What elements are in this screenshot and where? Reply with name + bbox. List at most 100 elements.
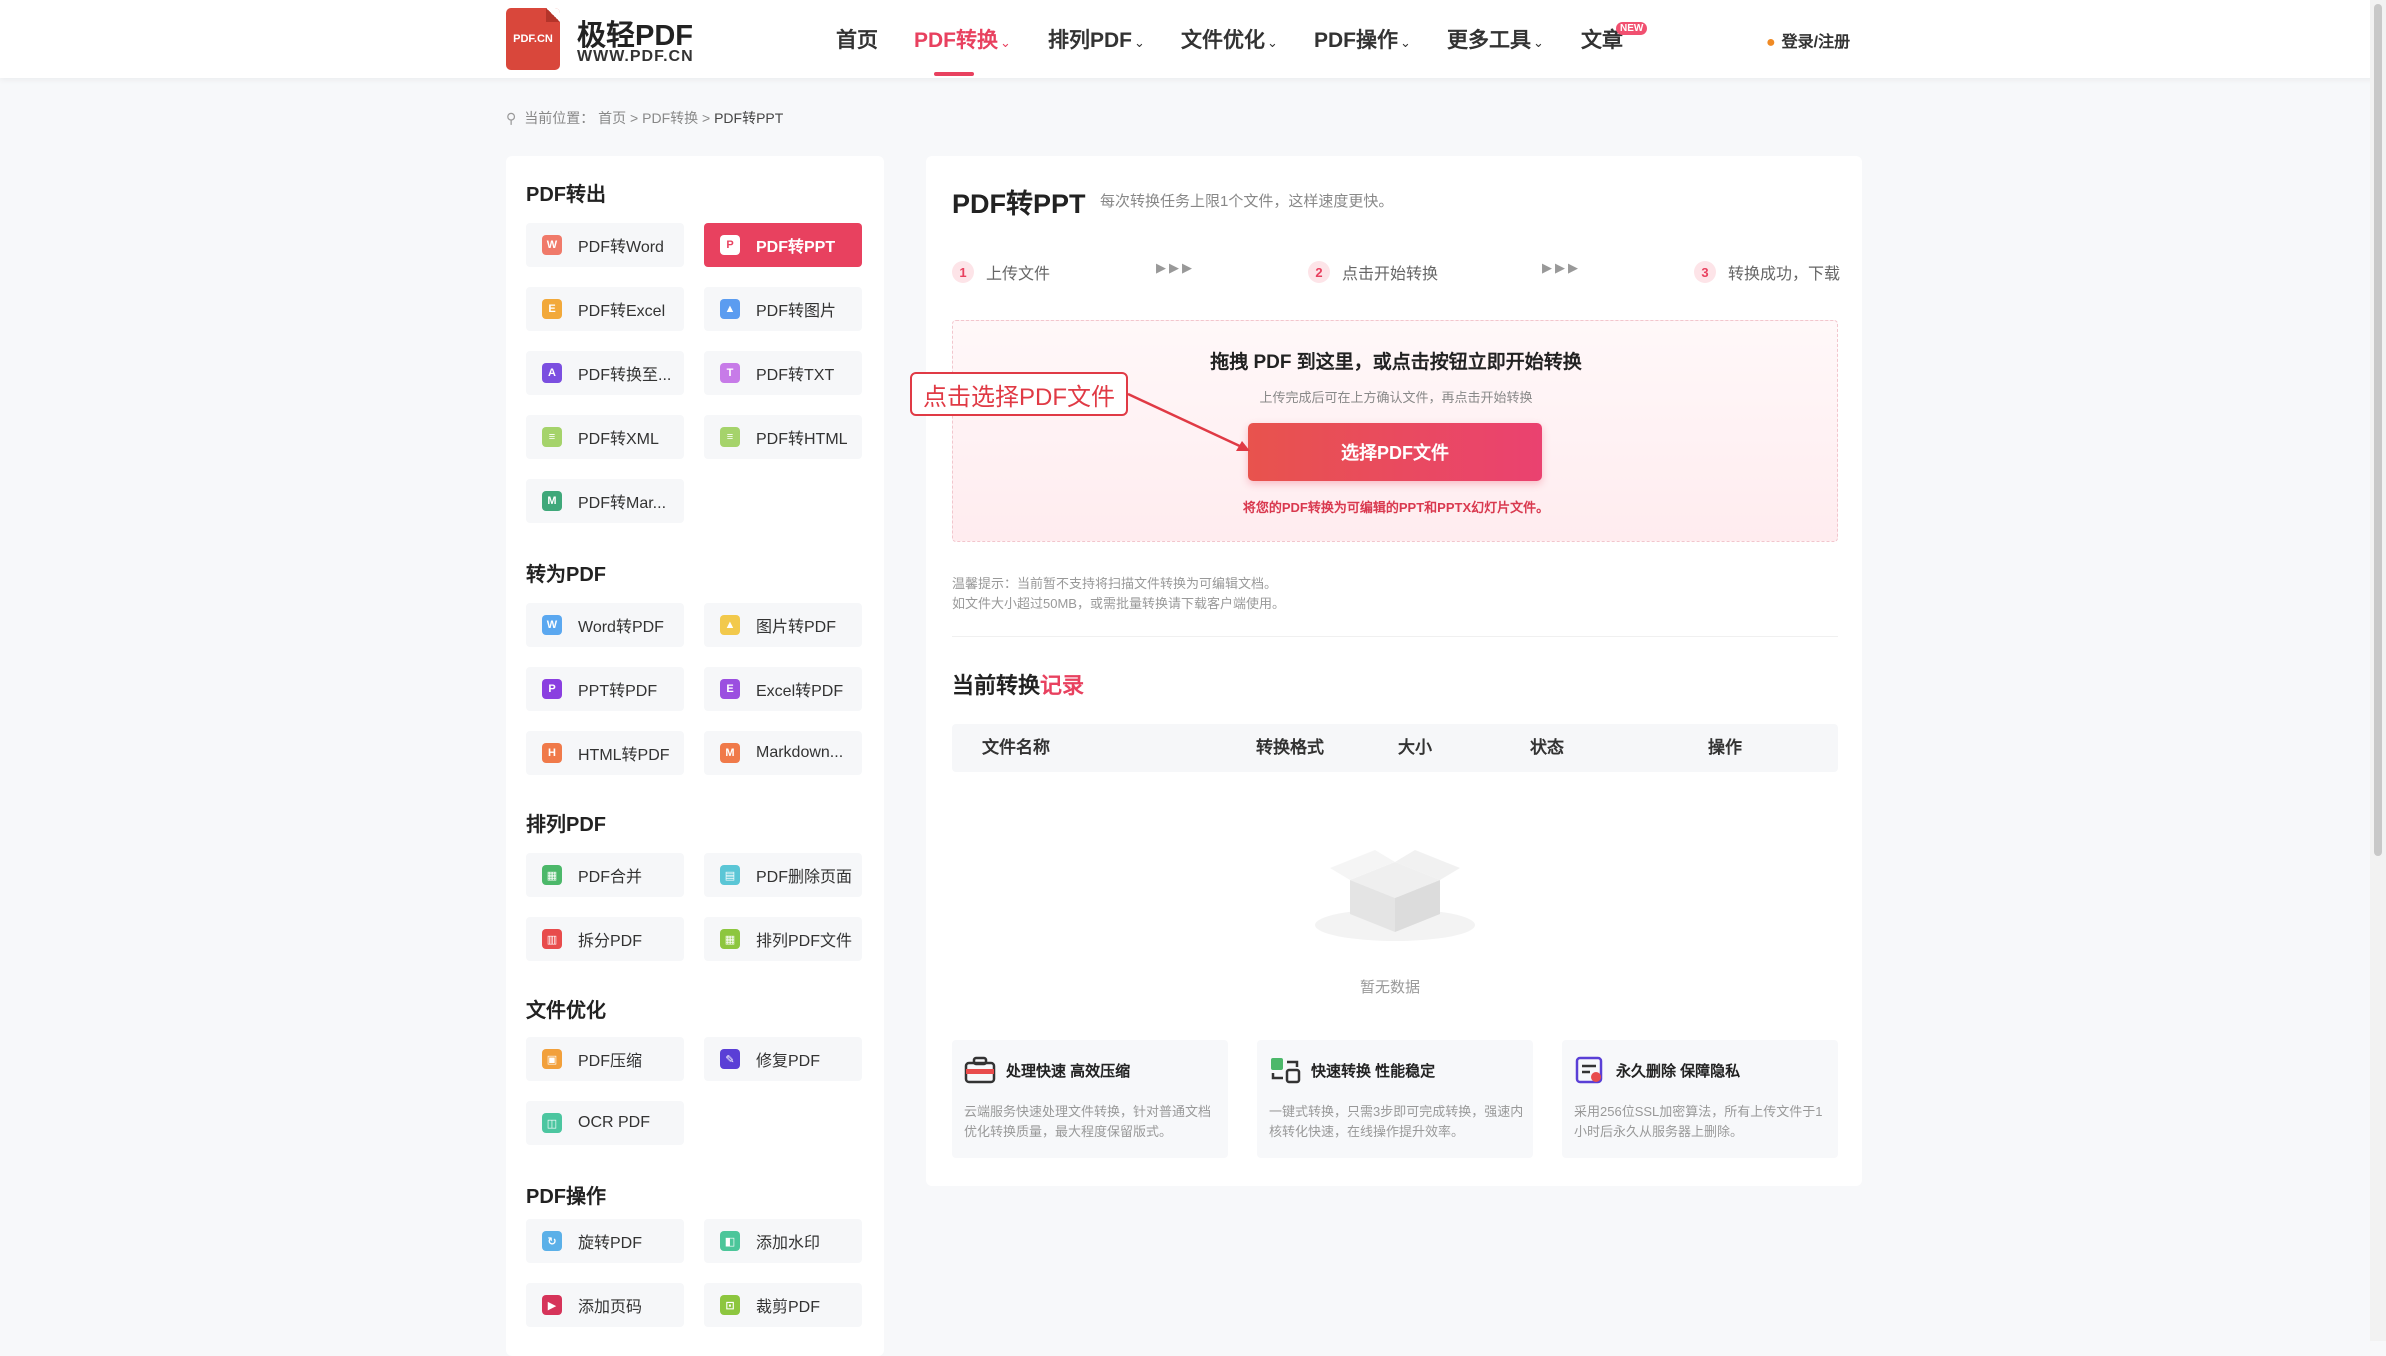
dropzone-title: 拖拽 PDF 到这里，或点击按钮立即开始转换 [1210,352,1582,373]
sidebar-group-title: 文件优化 [526,1000,606,1022]
new-badge: NEW [1616,22,1648,35]
breadcrumb-separator: > [630,110,639,126]
sidebar-tool-item[interactable]: H HTML转PDF [526,731,684,775]
tool-icon: ⊡ [720,1295,740,1315]
tool-label: PDF转图片 [756,303,837,320]
convert-icon [1271,1058,1301,1084]
sidebar-group-title: PDF转出 [526,184,606,206]
sidebar-tool-item[interactable]: ▶ 添加页码 [526,1283,684,1327]
sidebar-tool-item[interactable]: ≡ PDF转HTML [704,415,862,459]
tool-icon: ▦ [542,865,562,885]
tool-icon: ◫ [542,1113,562,1133]
tool-label: 修复PDF [756,1053,821,1070]
nav-item[interactable]: 文件优化 ⌄ [1181,24,1278,54]
sidebar-tool-item[interactable]: ▲ PDF转图片 [704,287,862,331]
feature-card-stable: 快速转换 性能稳定 一键式转换，只需3步即可完成转换，强速内核转化快速，在线操作… [1257,1040,1533,1158]
nav-item-label: 首页 [836,29,878,52]
tool-label: Markdown... [756,744,844,761]
sidebar-tool-item[interactable]: M PDF转Mar... [526,479,684,523]
tool-label: PPT转PDF [578,683,658,700]
sidebar-tool-item[interactable]: T PDF转TXT [704,351,862,395]
sidebar-tool-item[interactable]: A PDF转换至... [526,351,684,395]
sidebar-tool-item[interactable]: W Word转PDF [526,603,684,647]
column-status: 状态 [1530,738,1564,757]
dropzone-note: 将您的PDF转换为可编辑的PPT和PPTX幻灯片文件。 [1242,500,1550,515]
tool-label: HTML转PDF [578,747,670,764]
feature-desc: 采用256位SSL加密算法，所有上传文件于1小时后永久从服务器上删除。 [1574,1104,1823,1139]
sidebar-tool-item[interactable]: ◫ OCR PDF [526,1101,684,1145]
sidebar-tool-item[interactable]: ▣ PDF压缩 [526,1037,684,1081]
sidebar-tool-item[interactable]: P PDF转PPT [704,223,862,267]
tool-label: PDF转TXT [756,367,835,384]
sidebar-tool-item[interactable]: ↻ 旋转PDF [526,1219,684,1263]
sidebar-tool-item[interactable]: ▲ 图片转PDF [704,603,862,647]
sidebar-tool-item[interactable]: ✎ 修复PDF [704,1037,862,1081]
privacy-icon [1575,1056,1603,1084]
nav-item[interactable]: PDF操作 ⌄ [1314,24,1411,54]
sidebar-tool-item[interactable]: ▥ 拆分PDF [526,917,684,961]
tool-icon: ▲ [720,615,740,635]
file-dropzone[interactable]: 拖拽 PDF 到这里，或点击按钮立即开始转换 上传完成后可在上方确认文件，再点击… [952,320,1838,542]
sidebar-tool-item[interactable]: E PDF转Excel [526,287,684,331]
sidebar-tool-item[interactable]: ≡ PDF转XML [526,415,684,459]
tool-label: PDF转换至... [578,367,672,384]
breadcrumb: ⚲ 当前位置： 首页 > PDF转换 > PDF转PPT [506,108,783,128]
sidebar-tool-item[interactable]: ⊡ 裁剪PDF [704,1283,862,1327]
page-tip: 每次转换任务上限1个文件，这样速度更快。 [1100,193,1394,210]
nav-item-label: 文件优化 [1181,29,1265,52]
step-2: 2 点击开始转换 [1308,260,1438,284]
location-pin-icon: ⚲ [506,110,517,126]
records-title-prefix: 当前转换 [952,673,1041,698]
breadcrumb-section[interactable]: PDF转换 [642,110,698,126]
tool-label: PDF转Excel [578,303,666,320]
step-label: 点击开始转换 [1342,266,1439,283]
sidebar-tool-item[interactable]: ▦ PDF合并 [526,853,684,897]
tool-icon: ≡ [720,427,740,447]
nav-active-underline [934,72,974,76]
records-table-header: 文件名称 转换格式 大小 状态 操作 [952,724,1838,772]
tool-icon: M [720,743,740,763]
tool-icon: T [720,363,740,383]
sidebar-tool-item[interactable]: ▦ 排列PDF文件 [704,917,862,961]
logo-icon[interactable]: PDF.CN [506,8,560,70]
nav-item[interactable]: PDF转换 ⌄ [914,24,1011,54]
scrollbar-thumb[interactable] [2374,4,2382,856]
step-3: 3 转换成功，下载 [1694,260,1840,284]
nav-item[interactable]: 更多工具 ⌄ [1447,24,1544,54]
step-1: 1 上传文件 [952,260,1050,284]
sidebar-tool-item[interactable]: W PDF转Word [526,223,684,267]
divider [952,636,1838,637]
select-pdf-button[interactable]: 选择PDF文件 [1248,423,1542,481]
tool-icon: P [720,235,740,255]
logo-badge-text: PDF.CN [513,33,553,45]
tool-label: PDF转Word [578,239,664,256]
tool-label: 图片转PDF [756,619,837,636]
nav-item[interactable]: 排列PDF ⌄ [1048,24,1145,54]
tool-label: PDF删除页面 [756,869,853,886]
tool-icon: ▲ [720,299,740,319]
tool-icon: ✎ [720,1049,740,1069]
nav-item[interactable]: 首页 [836,24,878,54]
chevron-down-icon: ⌄ [1400,35,1411,50]
login-register-link[interactable]: ● 登录/注册 [1766,28,1850,52]
feature-desc: 云端服务快速处理文件转换，针对普通文档优化转换质量，最大程度保留版式。 [964,1104,1212,1139]
sidebar-tool-item[interactable]: ◧ 添加水印 [704,1219,862,1263]
page-title: PDF转PPT [952,189,1086,219]
tool-label: Excel转PDF [756,683,844,700]
column-format: 转换格式 [1256,738,1324,757]
sidebar-tool-item[interactable]: E Excel转PDF [704,667,862,711]
nav-item-label: 更多工具 [1447,29,1531,52]
briefcase-icon [964,1056,996,1084]
step-number: 3 [1694,261,1716,283]
sidebar-group-title: 转为PDF [526,564,606,586]
records-title-highlight: 记录 [1040,673,1085,698]
tool-label: PDF合并 [578,869,643,886]
column-filename: 文件名称 [982,738,1050,757]
sidebar-tool-item[interactable]: ▤ PDF删除页面 [704,853,862,897]
sidebar-tool-item[interactable]: M Markdown... [704,731,862,775]
breadcrumb-home[interactable]: 首页 [598,110,626,126]
tool-label: Word转PDF [578,619,664,636]
sidebar-tool-item[interactable]: P PPT转PDF [526,667,684,711]
chevron-down-icon: ⌄ [1000,35,1011,50]
tool-label: 添加页码 [578,1299,643,1316]
